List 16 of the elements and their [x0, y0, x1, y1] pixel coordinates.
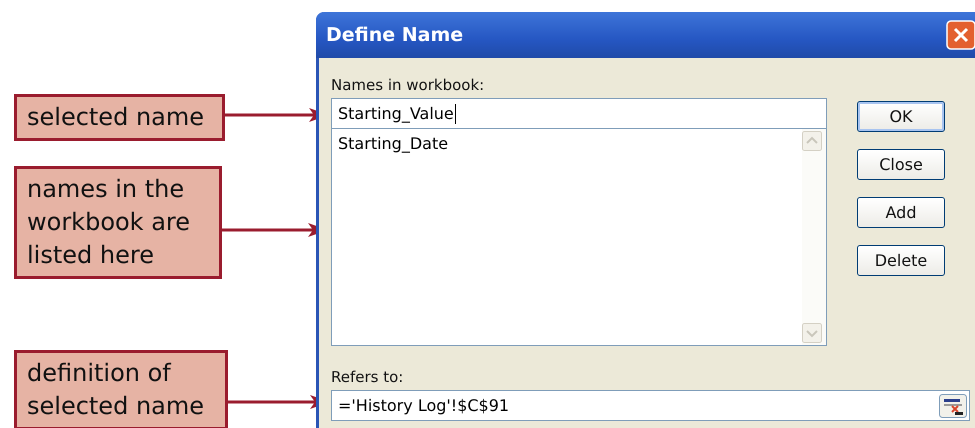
callout-label: definition of selected name: [14, 350, 228, 428]
callout-label: selected name: [14, 94, 225, 141]
names-label: Names in workbook:: [331, 76, 486, 96]
text-cursor: [454, 104, 456, 124]
dialog-button[interactable]: Add: [857, 197, 945, 228]
refers-input-field[interactable]: ='History Log'!$C$91: [331, 390, 970, 421]
dialog-button[interactable]: Delete: [857, 245, 945, 276]
close-icon[interactable]: [946, 20, 975, 50]
window-title: Define Name: [326, 24, 464, 46]
dialog-button[interactable]: Close: [857, 149, 945, 180]
name-input-field[interactable]: Starting_Value: [331, 98, 827, 129]
refers-label: Refers to:: [331, 368, 404, 388]
callout-label: names in the workbook are listed here: [14, 166, 222, 279]
dialog-button[interactable]: OK: [857, 101, 945, 132]
list-item[interactable]: Starting_Date: [338, 134, 448, 153]
collapse-dialog-icon[interactable]: [939, 394, 967, 418]
